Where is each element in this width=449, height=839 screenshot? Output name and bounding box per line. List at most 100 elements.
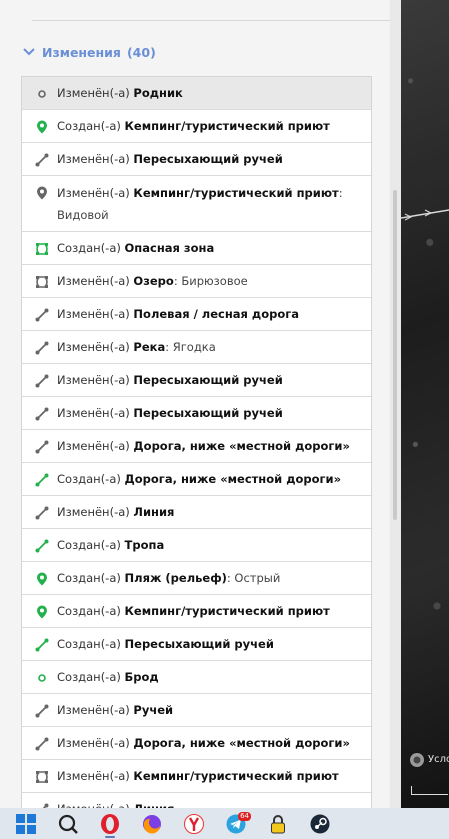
map-pin-icon xyxy=(34,119,50,135)
change-object-type: Пересыхающий ручей xyxy=(124,637,274,651)
change-action: Создан(-а) xyxy=(57,670,121,684)
map-attribution[interactable]: Усло xyxy=(428,754,449,765)
change-object-type: Кемпинг/туристический приют xyxy=(133,769,339,783)
line-feature-icon xyxy=(34,736,50,752)
firefox-icon[interactable] xyxy=(136,810,168,838)
change-action: Создан(-а) xyxy=(57,538,121,552)
changes-list: Изменён(-а) Родник Создан(-а) Кемпинг/тур… xyxy=(21,76,372,808)
area-feature-icon xyxy=(34,241,50,257)
change-object-name: : Острый xyxy=(226,571,281,585)
change-list-item[interactable]: Изменён(-а) Пересыхающий ручей xyxy=(22,364,371,397)
change-action: Изменён(-а) xyxy=(57,703,130,717)
telegram-unread-badge: 64 xyxy=(238,811,251,821)
change-action: Создан(-а) xyxy=(57,571,121,585)
change-list-item[interactable]: Изменён(-а) Пересыхающий ручей xyxy=(22,143,371,176)
telegram-icon[interactable]: 64 xyxy=(220,810,252,838)
change-object-type: Опасная зона xyxy=(124,241,215,255)
change-list-item[interactable]: Изменён(-а) Дорога, ниже «местной дороги… xyxy=(22,430,371,463)
change-list-item[interactable]: Создан(-а) Кемпинг/туристический приют xyxy=(22,110,371,143)
line-feature-icon xyxy=(34,152,50,168)
change-action: Создан(-а) xyxy=(57,604,121,618)
map-pin-icon xyxy=(34,571,50,587)
satellite-imagery xyxy=(401,0,449,808)
change-list-item[interactable]: Создан(-а) Пляж (рельеф): Острый xyxy=(22,562,371,595)
change-object-name: : Бирюзовое xyxy=(173,274,248,288)
change-action: Изменён(-а) xyxy=(57,86,130,100)
change-list-item[interactable]: Изменён(-а) Линия xyxy=(22,793,371,808)
change-object-type: Озеро xyxy=(133,274,174,288)
change-action: Изменён(-а) xyxy=(57,340,130,354)
line-feature-icon xyxy=(34,637,50,653)
opera-icon[interactable] xyxy=(94,810,126,838)
change-list-item[interactable]: Создан(-а) Дорога, ниже «местной дороги» xyxy=(22,463,371,496)
change-list-item[interactable]: Изменён(-а) Пересыхающий ручей xyxy=(22,397,371,430)
change-list-item[interactable]: Изменён(-а) Река: Ягодка xyxy=(22,331,371,364)
point-icon xyxy=(34,86,50,102)
change-action: Изменён(-а) xyxy=(57,505,130,519)
change-list-item[interactable]: Изменён(-а) Ручей xyxy=(22,694,371,727)
steam-icon[interactable] xyxy=(304,810,336,838)
change-action: Изменён(-а) xyxy=(57,769,130,783)
line-feature-icon xyxy=(34,703,50,719)
vpn-lock-icon[interactable] xyxy=(262,810,294,838)
change-list-item[interactable]: Создан(-а) Кемпинг/туристический приют xyxy=(22,595,371,628)
change-object-name: : Ягодка xyxy=(165,340,216,354)
section-count: (40) xyxy=(126,44,156,60)
search-icon[interactable] xyxy=(52,810,84,838)
line-feature-icon xyxy=(34,538,50,554)
change-object-type: Пересыхающий ручей xyxy=(133,373,283,387)
change-list-item[interactable]: Создан(-а) Пересыхающий ручей xyxy=(22,628,371,661)
map-view[interactable]: Усло xyxy=(401,0,449,808)
change-list-item[interactable]: Изменён(-а) Родник xyxy=(22,77,371,110)
change-list-item[interactable]: Создан(-а) Брод xyxy=(22,661,371,694)
change-object-type: Брод xyxy=(124,670,159,684)
change-object-type: Пересыхающий ручей xyxy=(133,406,283,420)
change-action: Создан(-а) xyxy=(57,119,121,133)
divider xyxy=(32,20,390,21)
point-icon xyxy=(34,670,50,686)
line-feature-icon xyxy=(34,373,50,389)
line-feature-icon xyxy=(34,406,50,422)
line-feature-icon xyxy=(34,439,50,455)
change-list-item[interactable]: Изменён(-а) Кемпинг/туристический приют:… xyxy=(22,176,371,232)
change-object-type: Дорога, ниже «местной дороги» xyxy=(124,472,342,486)
imagery-provider-logo-icon xyxy=(409,752,425,768)
line-feature-icon xyxy=(34,340,50,356)
change-action: Изменён(-а) xyxy=(57,736,130,750)
change-list-item[interactable]: Изменён(-а) Озеро: Бирюзовое xyxy=(22,265,371,298)
change-list-item[interactable]: Изменён(-а) Полевая / лесная дорога xyxy=(22,298,371,331)
windows-taskbar: 64 xyxy=(0,808,449,839)
changes-sidebar: Изменения (40) Изменён(-а) Родник Создан(… xyxy=(0,0,390,808)
change-action: Изменён(-а) xyxy=(57,307,130,321)
line-feature-icon xyxy=(34,307,50,323)
change-list-item[interactable]: Изменён(-а) Линия xyxy=(22,496,371,529)
change-action: Создан(-а) xyxy=(57,637,121,651)
change-action: Создан(-а) xyxy=(57,241,121,255)
section-title: Изменения xyxy=(42,44,121,60)
map-pin-icon xyxy=(34,185,50,201)
map-pin-icon xyxy=(34,604,50,620)
map-scale-bar xyxy=(411,786,448,795)
change-list-item[interactable]: Создан(-а) Опасная зона xyxy=(22,232,371,265)
changes-section-toggle[interactable]: Изменения (40) xyxy=(22,42,156,62)
change-action: Создан(-а) xyxy=(57,472,121,486)
area-feature-icon xyxy=(34,274,50,290)
change-list-item[interactable]: Изменён(-а) Кемпинг/туристический приют xyxy=(22,760,371,793)
chevron-down-icon xyxy=(22,45,36,59)
change-action: Изменён(-а) xyxy=(57,152,130,166)
change-list-item[interactable]: Создан(-а) Тропа xyxy=(22,529,371,562)
change-action: Изменён(-а) xyxy=(57,274,130,288)
change-list-item[interactable]: Изменён(-а) Дорога, ниже «местной дороги… xyxy=(22,727,371,760)
change-object-type: Линия xyxy=(133,505,175,519)
change-object-type: Река xyxy=(133,340,166,354)
change-object-type: Дорога, ниже «местной дороги» xyxy=(133,439,350,453)
change-action: Изменён(-а) xyxy=(57,406,130,420)
yandex-browser-icon[interactable] xyxy=(178,810,210,838)
change-object-type: Пляж (рельеф) xyxy=(124,571,227,585)
windows-start-icon[interactable] xyxy=(10,810,42,838)
change-object-type: Кемпинг/туристический приют xyxy=(133,186,339,200)
change-object-type: Дорога, ниже «местной дороги» xyxy=(133,736,350,750)
change-object-type: Тропа xyxy=(124,538,165,552)
change-object-type: Пересыхающий ручей xyxy=(133,152,283,166)
sidebar-scrollbar[interactable] xyxy=(393,190,397,520)
